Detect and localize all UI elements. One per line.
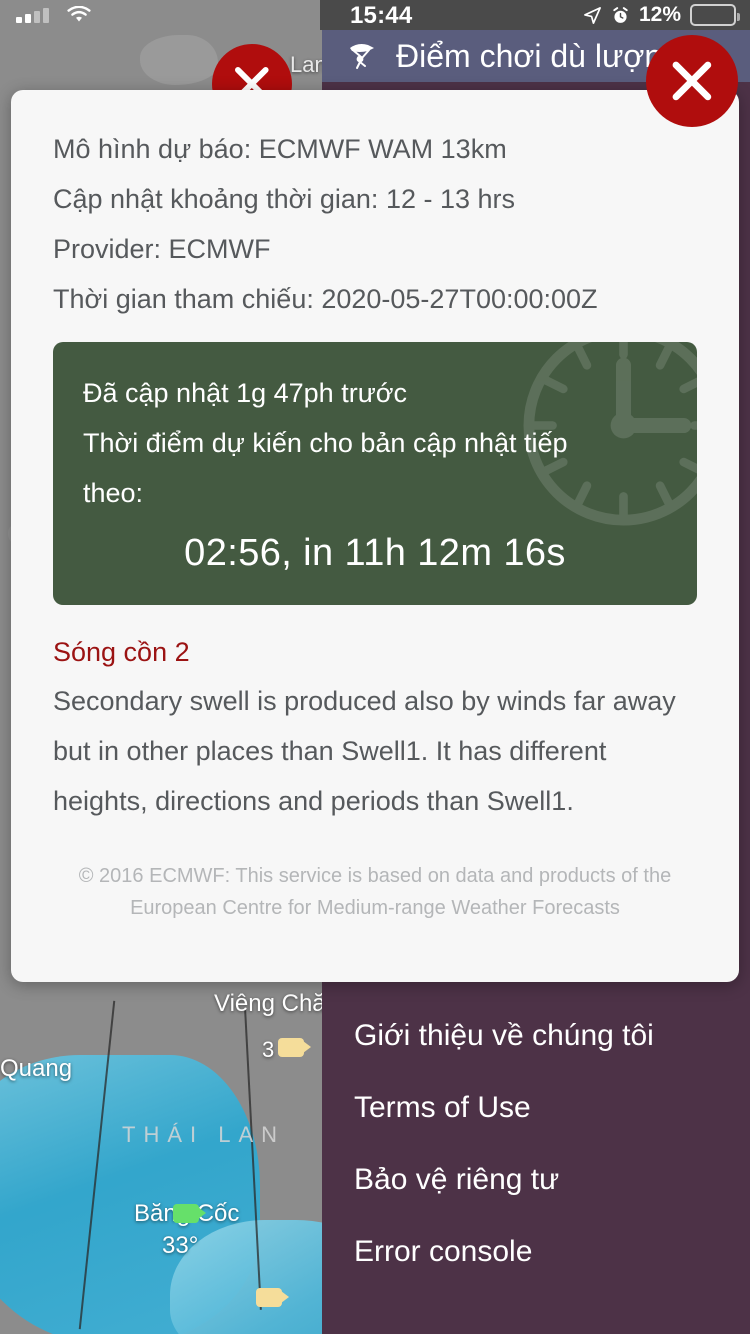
battery-percent-label: 12% — [638, 3, 681, 26]
next-update-label-line2: theo: — [83, 478, 144, 508]
swell-section-title: Sóng cồn 2 — [53, 637, 190, 667]
map-landmass-shape — [140, 35, 218, 85]
menu-item-error-console[interactable]: Error console — [322, 1216, 750, 1288]
close-modal-button[interactable] — [646, 35, 738, 127]
status-bar-indicators: 12% — [583, 3, 740, 27]
status-bar: 15:44 12% — [0, 0, 750, 30]
map-label-thailand: THÁI LAN — [122, 1122, 286, 1147]
paragliding-layer-title: Điểm chơi dù lượn — [396, 37, 663, 74]
swell-section-description: Secondary swell is produced also by wind… — [53, 686, 676, 816]
wifi-icon — [67, 6, 91, 22]
info-line-update-interval: Cập nhật khoảng thời gian: 12 - 13 hrs — [53, 184, 516, 214]
map-label-quang: Quang — [0, 1055, 73, 1082]
map-label-vientiane: Viêng Chăn — [214, 990, 339, 1017]
copyright-notice: © 2016 ECMWF: This service is based on d… — [78, 865, 672, 919]
menu-item-about-us[interactable]: Giới thiệu về chúng tôi — [322, 1000, 750, 1072]
status-bar-clock: 15:44 — [350, 2, 413, 29]
info-line-model: Mô hình dự báo: ECMWF WAM 13km — [53, 134, 507, 164]
webcam-icon[interactable] — [256, 1288, 289, 1307]
webcam-icon[interactable] — [173, 1204, 206, 1223]
map-label-webcam-count: 3 — [262, 1037, 275, 1062]
map-label-temperature: 33° — [162, 1232, 199, 1259]
battery-low-icon — [690, 4, 740, 26]
info-line-provider: Provider: ECMWF — [53, 234, 271, 264]
close-icon — [672, 61, 712, 101]
next-update-countdown: 02:56, in 11h 12m 16s — [184, 532, 566, 574]
menu-item-privacy[interactable]: Bảo vệ riêng tư — [322, 1144, 750, 1216]
last-updated-text: Đã cập nhật 1g 47ph trước — [83, 378, 407, 408]
menu-item-terms-of-use[interactable]: Terms of Use — [322, 1072, 750, 1144]
next-update-box: Đã cập nhật 1g 47ph trước Thời điểm dự k… — [53, 342, 697, 605]
alarm-clock-icon — [613, 6, 628, 23]
info-line-reference-time: Thời gian tham chiếu: 2020-05-27T00:00:0… — [53, 284, 598, 314]
forecast-info-modal: Mô hình dự báo: ECMWF WAM 13km Cập nhật … — [11, 90, 739, 982]
webcam-icon[interactable] — [278, 1038, 311, 1057]
cellular-signal-icon — [16, 7, 49, 23]
location-arrow-icon — [584, 6, 601, 24]
paraglider-icon — [350, 44, 374, 69]
next-update-label-line1: Thời điểm dự kiến cho bản cập nhật tiếp — [83, 428, 568, 458]
